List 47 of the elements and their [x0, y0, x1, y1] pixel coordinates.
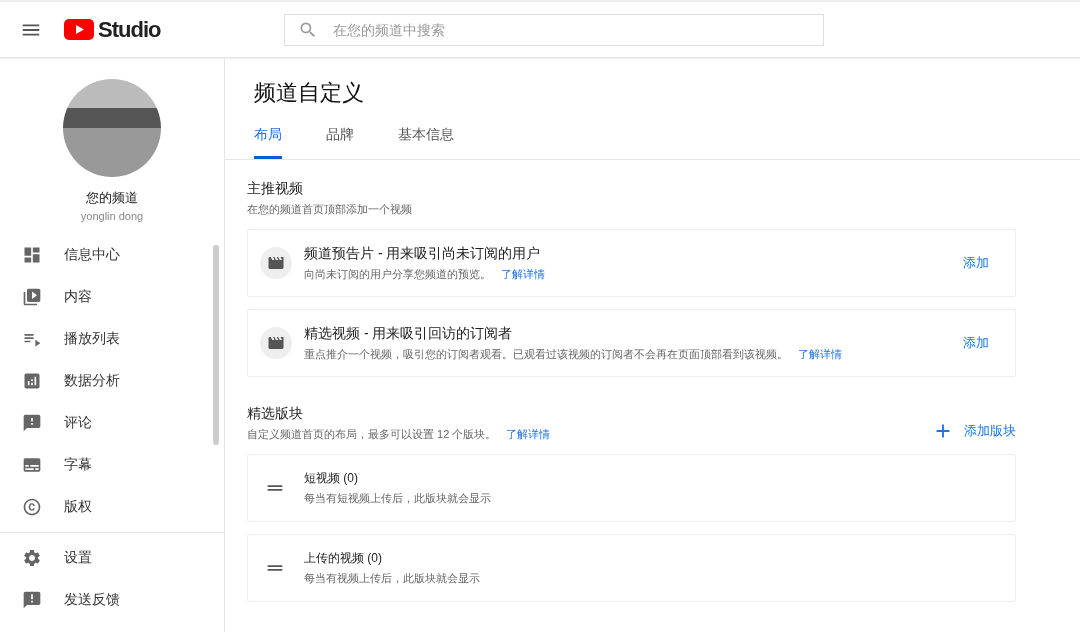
film-icon: [260, 327, 292, 359]
settings-icon: [22, 548, 42, 568]
dashboard-icon: [22, 245, 42, 265]
scrollbar[interactable]: [213, 245, 219, 445]
sidebar-item[interactable]: 内容: [0, 276, 224, 318]
add-button[interactable]: 添加: [957, 253, 995, 273]
learn-more-link[interactable]: 了解详情: [798, 347, 842, 360]
search-field[interactable]: 在您的频道中搜索: [284, 13, 825, 46]
learn-more-link[interactable]: 了解详情: [501, 267, 545, 280]
channel-name: 您的频道: [85, 189, 139, 207]
card-title: 短视频 (0): [304, 470, 359, 487]
user-name: yonglin dong: [79, 210, 145, 222]
add-section-button[interactable]: 添加版块: [932, 420, 1016, 442]
sidebar-item[interactable]: 版权: [0, 486, 224, 528]
card-title: 上传的视频 (0): [304, 550, 383, 567]
sidebar-item[interactable]: 设置: [0, 537, 224, 579]
sidebar-item[interactable]: 数据分析: [0, 360, 224, 402]
card-description: 每当有视频上传后，此版块就会显示: [304, 571, 481, 586]
video-library-icon: [22, 287, 42, 307]
page-title: 频道自定义: [254, 79, 365, 107]
copyright-icon: [22, 497, 42, 517]
sidebar-item[interactable]: 信息中心: [0, 234, 224, 276]
logo-text: Studio: [98, 16, 161, 43]
subtitles-icon: [22, 455, 42, 475]
tab[interactable]: 布局: [254, 126, 282, 159]
add-button[interactable]: 添加: [957, 333, 995, 353]
section-heading: 精选版块: [247, 405, 304, 423]
card-description: 每当有短视频上传后，此版块就会显示: [304, 491, 492, 506]
tab[interactable]: 基本信息: [398, 126, 454, 159]
play-logo-icon: [64, 19, 94, 40]
card-title: 精选视频 - 用来吸引回访的订阅者: [304, 324, 514, 343]
bar-chart-icon: [22, 371, 42, 391]
feedback-icon: [22, 590, 42, 610]
sidebar-item[interactable]: 字幕: [0, 444, 224, 486]
sidebar-item[interactable]: 评论: [0, 402, 224, 444]
sidebar-item[interactable]: 发送反馈: [0, 579, 224, 621]
section-subheading: 在您的频道首页顶部添加一个视频: [247, 202, 413, 217]
card-title: 频道预告片 - 用来吸引尚未订阅的用户: [304, 244, 542, 263]
tab[interactable]: 品牌: [326, 126, 354, 159]
sidebar-item[interactable]: 播放列表: [0, 318, 224, 360]
learn-more-link[interactable]: 了解详情: [506, 428, 551, 440]
film-icon: [260, 247, 292, 279]
card-description: 向尚未订阅的用户分享您频道的预览。 了解详情: [304, 266, 546, 282]
section-subheading: 自定义频道首页的布局，最多可以设置 12 个版块。 了解详情: [247, 427, 551, 442]
card-description: 重点推介一个视频，吸引您的订阅者观看。已观看过该视频的订阅者不会再在页面顶部看到该视频。 了解详情: [304, 346, 843, 362]
section-heading: 主推视频: [247, 180, 304, 198]
comment-icon: [22, 413, 42, 433]
